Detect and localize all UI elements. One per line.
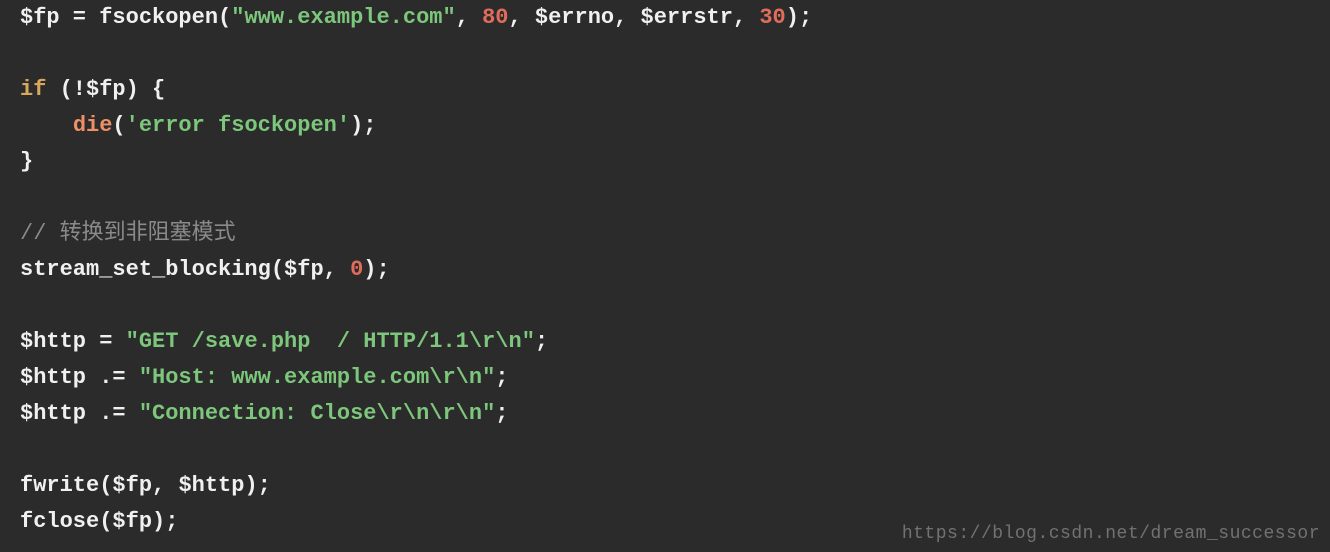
code-token: ,	[509, 5, 535, 30]
code-token: ;	[495, 365, 508, 390]
code-token: (	[271, 257, 284, 282]
code-token: "www.example.com"	[231, 5, 455, 30]
code-token: $fp	[20, 5, 60, 30]
code-token: .=	[86, 365, 139, 390]
code-token: 转换到非阻塞模式	[60, 221, 236, 246]
code-token: fwrite	[20, 473, 99, 498]
code-token: (	[99, 509, 112, 534]
code-token: (!	[46, 77, 86, 102]
code-token: $http	[178, 473, 244, 498]
code-token: $errstr	[641, 5, 733, 30]
code-token: );	[786, 5, 812, 30]
code-token: $fp	[284, 257, 324, 282]
code-comment: // 转换到非阻塞模式	[20, 221, 236, 246]
code-block: $fp = fsockopen("www.example.com", 80, $…	[0, 0, 1330, 540]
code-token: $fp	[112, 473, 152, 498]
code-token: (	[99, 473, 112, 498]
code-token: $fp	[112, 509, 152, 534]
code-token: "GET /save.php / HTTP/1.1\r\n"	[126, 329, 535, 354]
code-token: $http	[20, 329, 86, 354]
code-token: 30	[759, 5, 785, 30]
code-token: (	[112, 113, 125, 138]
code-token: 'error fsockopen'	[126, 113, 350, 138]
code-token: "Connection: Close\r\n\r\n"	[139, 401, 495, 426]
code-token: ;	[495, 401, 508, 426]
code-token: =	[60, 5, 100, 30]
code-token: $errno	[535, 5, 614, 30]
code-token: );	[350, 113, 376, 138]
code-token: fclose	[20, 509, 99, 534]
code-token: .=	[86, 401, 139, 426]
code-token: 0	[350, 257, 363, 282]
code-token: );	[152, 509, 178, 534]
code-token: 80	[482, 5, 508, 30]
code-token: $http	[20, 401, 86, 426]
code-token: stream_set_blocking	[20, 257, 271, 282]
code-token: ;	[535, 329, 548, 354]
code-token: ,	[456, 5, 482, 30]
code-token: }	[20, 149, 33, 174]
code-token: );	[363, 257, 389, 282]
code-token: die	[73, 113, 113, 138]
code-token: ,	[733, 5, 759, 30]
code-token: ,	[152, 473, 178, 498]
code-token: $http	[20, 365, 86, 390]
code-token: ,	[614, 5, 640, 30]
code-token: (	[218, 5, 231, 30]
code-token: //	[20, 221, 60, 246]
code-token: =	[86, 329, 126, 354]
code-token: ,	[324, 257, 350, 282]
code-token: if	[20, 77, 46, 102]
code-token: );	[244, 473, 270, 498]
code-token: ) {	[126, 77, 166, 102]
code-token: fsockopen	[99, 5, 218, 30]
code-token: $fp	[86, 77, 126, 102]
code-token	[20, 113, 73, 138]
code-token: "Host: www.example.com\r\n"	[139, 365, 495, 390]
